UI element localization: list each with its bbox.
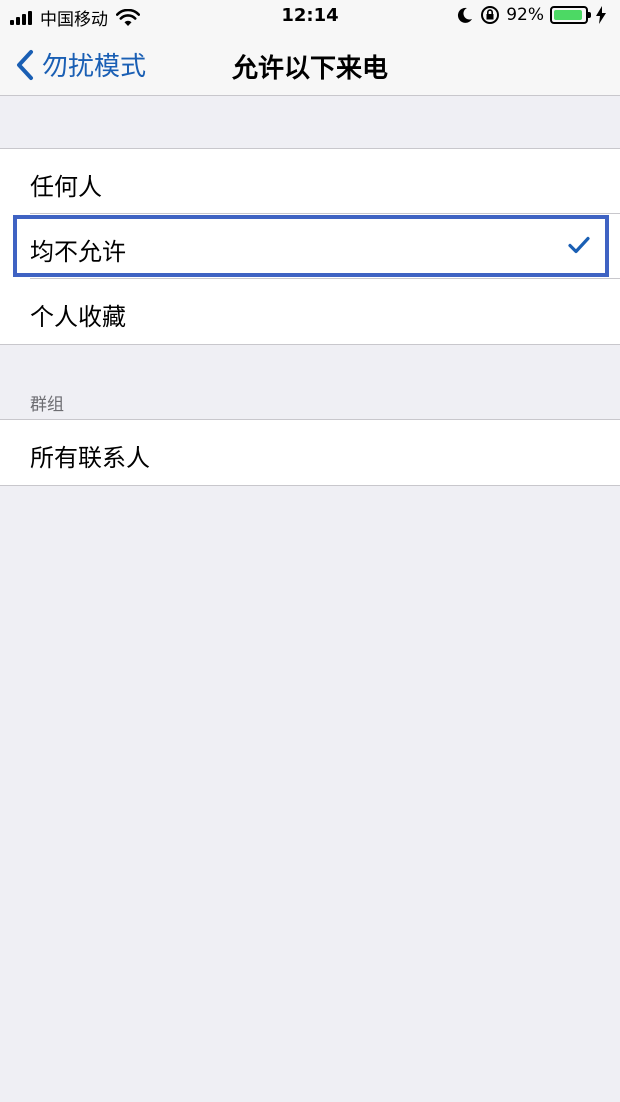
option-label: 个人收藏: [30, 303, 126, 331]
rotation-lock-icon: [481, 6, 500, 24]
option-label: 所有联系人: [30, 444, 150, 472]
screen: 中国移动 12:14 92% 勿扰模式 允许以下来电 任何人 均不允许 个人收藏…: [0, 0, 620, 1102]
status-bar: 中国移动 12:14 92%: [0, 0, 620, 32]
option-all-contacts[interactable]: 所有联系人: [0, 420, 620, 485]
battery-percent: 92%: [506, 5, 544, 25]
page-title: 允许以下来电: [231, 54, 388, 84]
option-label: 均不允许: [30, 238, 126, 266]
option-label: 任何人: [30, 173, 102, 201]
option-favorites[interactable]: 个人收藏: [0, 279, 620, 344]
checkmark-icon: [568, 236, 590, 254]
call-permission-options: 任何人 均不允许 个人收藏: [0, 148, 620, 345]
charging-bolt-icon: [596, 6, 606, 24]
section-header-groups: 群组: [30, 395, 64, 415]
moon-icon: [458, 7, 473, 23]
battery-fill: [554, 10, 582, 20]
battery-tip: [588, 12, 591, 18]
battery-icon: [550, 6, 591, 24]
option-anyone[interactable]: 任何人: [0, 149, 620, 214]
option-no-one[interactable]: 均不允许: [0, 214, 620, 279]
groups-list: 所有联系人: [0, 419, 620, 486]
status-right: 92%: [456, 5, 612, 25]
navigation-bar: 勿扰模式 允许以下来电: [0, 32, 620, 96]
